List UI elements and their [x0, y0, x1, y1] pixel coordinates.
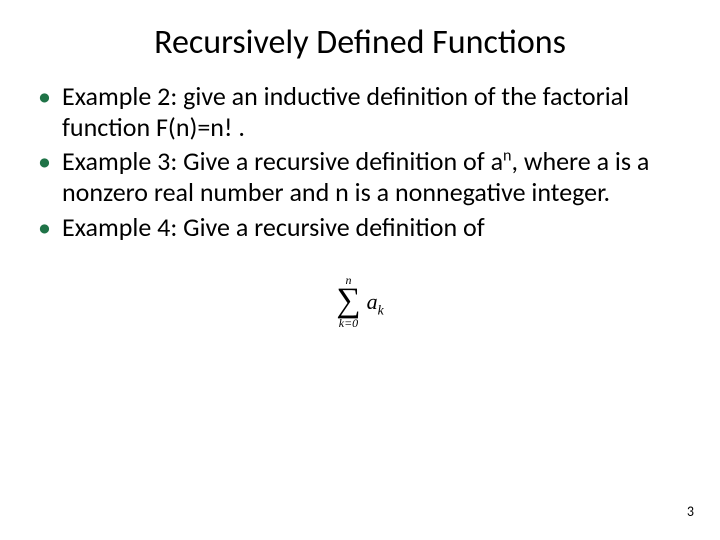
list-item: Example 4: Give a recursive definition o…: [34, 212, 686, 243]
slide-body: Example 2: give an inductive definition …: [0, 73, 720, 329]
list-item: Example 2: give an inductive definition …: [34, 81, 686, 142]
list-item: Example 3: Give a recursive definition o…: [34, 146, 686, 207]
slide: Recursively Defined Functions Example 2:…: [0, 0, 720, 540]
sigma-symbol: ∑: [336, 287, 360, 316]
page-number: 3: [687, 503, 694, 520]
bullet-text: Give a recursive definition of a: [177, 145, 503, 177]
bullet-list: Example 2: give an inductive definition …: [34, 81, 686, 242]
bullet-prefix: Example 2:: [62, 80, 177, 112]
bullet-prefix: Example 4:: [62, 211, 177, 243]
sum-term: ak: [367, 289, 384, 315]
bullet-text: Give a recursive definition of: [177, 211, 484, 243]
bullet-prefix: Example 3:: [62, 145, 177, 177]
term-subscript: k: [378, 302, 384, 317]
summation-formula: n ∑ k=0 ak: [34, 264, 686, 329]
superscript: n: [503, 147, 511, 166]
sum-lower-limit: k=0: [339, 317, 358, 329]
term-base: a: [367, 289, 378, 314]
slide-title: Recursively Defined Functions: [0, 0, 720, 73]
